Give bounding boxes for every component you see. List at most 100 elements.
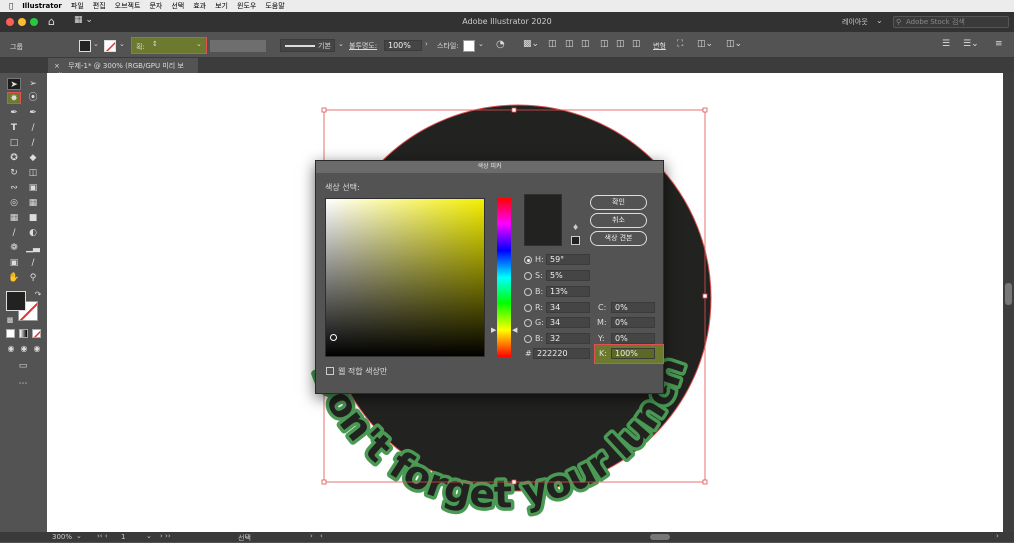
hue-slider-right-arrow[interactable]: ◀	[512, 326, 517, 334]
gradient-mode-button[interactable]	[19, 329, 28, 338]
menu-select[interactable]: 선택	[171, 1, 184, 11]
handle-bottom-left[interactable]	[321, 479, 327, 485]
brightness-radio[interactable]	[524, 288, 532, 296]
menu-effect[interactable]: 효과	[193, 1, 206, 11]
brightness-field[interactable]: 13%	[546, 286, 590, 297]
color-mode-button[interactable]	[6, 329, 15, 338]
align-center-icon[interactable]: ◫	[565, 39, 574, 49]
hand-tool-icon[interactable]: ✋	[7, 272, 21, 284]
align-to-icon[interactable]: ▩⌄	[523, 39, 539, 49]
color-swatches-button[interactable]: 색상 견본	[590, 231, 647, 246]
color-field-marker[interactable]	[330, 334, 337, 341]
handle-bottom-right[interactable]	[702, 479, 708, 485]
app-menu[interactable]: Illustrator	[22, 2, 62, 10]
hex-field[interactable]: 222220	[533, 348, 590, 359]
handle-top-center[interactable]	[511, 107, 517, 113]
scale-tool-icon[interactable]: ◫	[26, 167, 40, 179]
artboard-tool-icon[interactable]: ▣	[7, 257, 21, 269]
chevron-down-icon[interactable]: ⌄	[478, 40, 484, 48]
chevron-left-icon[interactable]: ‹	[320, 532, 323, 540]
green-radio[interactable]	[524, 319, 532, 327]
document-tab[interactable]: × 무제-1* @ 300% (RGB/GPU 미리 보기)	[48, 58, 198, 80]
menu-window[interactable]: 윈도우	[237, 1, 256, 11]
gradient-tool-icon[interactable]: ■	[26, 212, 40, 224]
pen-tool-icon[interactable]: ✒	[7, 107, 21, 119]
arrange-docs-icon[interactable]: ☰⌄	[963, 39, 979, 49]
align-middle-icon[interactable]: ◫	[616, 39, 625, 49]
chevron-down-icon[interactable]: ⌄	[119, 40, 125, 48]
width-tool-icon[interactable]: ∾	[7, 182, 21, 194]
stroke-swatch[interactable]	[104, 40, 116, 52]
zoom-tool-icon[interactable]: ⚲	[26, 272, 40, 284]
black-field[interactable]: 100%	[611, 348, 655, 359]
handle-bottom-center[interactable]	[511, 479, 517, 485]
align-right-icon[interactable]: ◫	[581, 39, 590, 49]
cancel-button[interactable]: 취소	[590, 213, 647, 228]
apple-icon[interactable]: 	[9, 2, 13, 10]
handle-top-right[interactable]	[702, 107, 708, 113]
slice-tool-icon[interactable]: ∕	[26, 257, 40, 269]
control-menu-icon[interactable]: ≡	[995, 39, 1003, 49]
transform-button[interactable]: 변형	[653, 41, 666, 51]
isolate-icon[interactable]: ⛶	[677, 39, 683, 49]
artboard-number-field[interactable]: 1	[121, 533, 125, 541]
path-options-icon[interactable]: ◫⌄	[726, 39, 742, 49]
draw-behind-icon[interactable]: ◉	[17, 343, 31, 355]
shape-mode-icon[interactable]: ◫⌄	[697, 39, 713, 49]
graphic-style-swatch[interactable]	[463, 40, 475, 52]
chevron-down-icon[interactable]: ⌄	[93, 40, 99, 48]
swap-fill-stroke-icon[interactable]: ↷	[31, 289, 45, 301]
menu-help[interactable]: 도움말	[265, 1, 284, 11]
scroll-thumb[interactable]	[1005, 283, 1012, 305]
more-tools-icon[interactable]: ⋯	[16, 378, 30, 390]
free-transform-tool-icon[interactable]: ▣	[26, 182, 40, 194]
chevron-down-icon[interactable]: ⌄	[338, 40, 344, 48]
hue-slider[interactable]	[497, 198, 511, 357]
chevron-down-icon[interactable]: ⌄	[146, 532, 152, 540]
stepper-icon[interactable]: ↕	[152, 40, 158, 48]
type-tool-icon[interactable]: T	[7, 122, 21, 134]
handle-top-left[interactable]	[321, 107, 327, 113]
saturation-field[interactable]: 5%	[546, 270, 590, 281]
web-only-checkbox[interactable]	[326, 367, 334, 375]
curvature-tool-icon[interactable]: ✒	[26, 107, 40, 119]
shape-builder-tool-icon[interactable]: ◎	[7, 197, 21, 209]
shaper-tool-icon[interactable]: ✪	[7, 152, 21, 164]
menu-file[interactable]: 파일	[71, 1, 84, 11]
draw-inside-icon[interactable]: ◉	[30, 343, 44, 355]
vertical-scrollbar[interactable]	[1003, 73, 1014, 532]
recolor-artwork-icon[interactable]: ◔	[496, 39, 505, 50]
symbol-sprayer-tool-icon[interactable]: ❁	[7, 242, 21, 254]
stock-search-input[interactable]: ⚲ Adobe Stock 검색	[893, 16, 1009, 28]
default-colors-icon[interactable]: ▩	[3, 314, 17, 326]
yellow-field[interactable]: 0%	[611, 333, 655, 344]
layout-dropdown[interactable]: 레이아웃	[842, 17, 868, 27]
zoom-level-field[interactable]: 300%	[52, 533, 72, 541]
red-radio[interactable]	[524, 304, 532, 312]
cyan-field[interactable]: 0%	[611, 302, 655, 313]
ok-button[interactable]: 확인	[590, 195, 647, 210]
next-artboard-icon[interactable]: › ››	[160, 532, 171, 540]
hue-radio[interactable]	[524, 256, 532, 264]
paintbrush-tool-icon[interactable]: ∕	[26, 137, 40, 149]
hue-slider-left-arrow[interactable]: ▶	[491, 326, 496, 334]
blend-tool-icon[interactable]: ◐	[26, 227, 40, 239]
menu-object[interactable]: 오브젝트	[115, 1, 141, 11]
blue-field[interactable]: 32	[546, 333, 590, 344]
lasso-tool-icon[interactable]: ⦿	[26, 92, 40, 104]
menu-edit[interactable]: 편집	[93, 1, 106, 11]
stroke-weight-control[interactable]: 획: ↕ ⌄	[131, 37, 207, 54]
eraser-tool-icon[interactable]: ◆	[26, 152, 40, 164]
web-only-label[interactable]: 웹 적합 색상만	[338, 366, 387, 377]
draw-normal-icon[interactable]: ◉	[4, 343, 18, 355]
fill-swatch[interactable]	[79, 40, 91, 52]
close-tab-icon[interactable]: ×	[54, 62, 60, 70]
rectangle-tool-icon[interactable]: □	[7, 137, 21, 149]
mesh-tool-icon[interactable]: ▦	[7, 212, 21, 224]
websafe-color-chip[interactable]	[571, 236, 580, 245]
red-field[interactable]: 34	[546, 302, 590, 313]
align-bottom-icon[interactable]: ◫	[632, 39, 641, 49]
rotate-tool-icon[interactable]: ↻	[7, 167, 21, 179]
brush-definition[interactable]: 기본	[280, 39, 335, 52]
magic-wand-tool-icon[interactable]: ✸	[7, 92, 21, 104]
